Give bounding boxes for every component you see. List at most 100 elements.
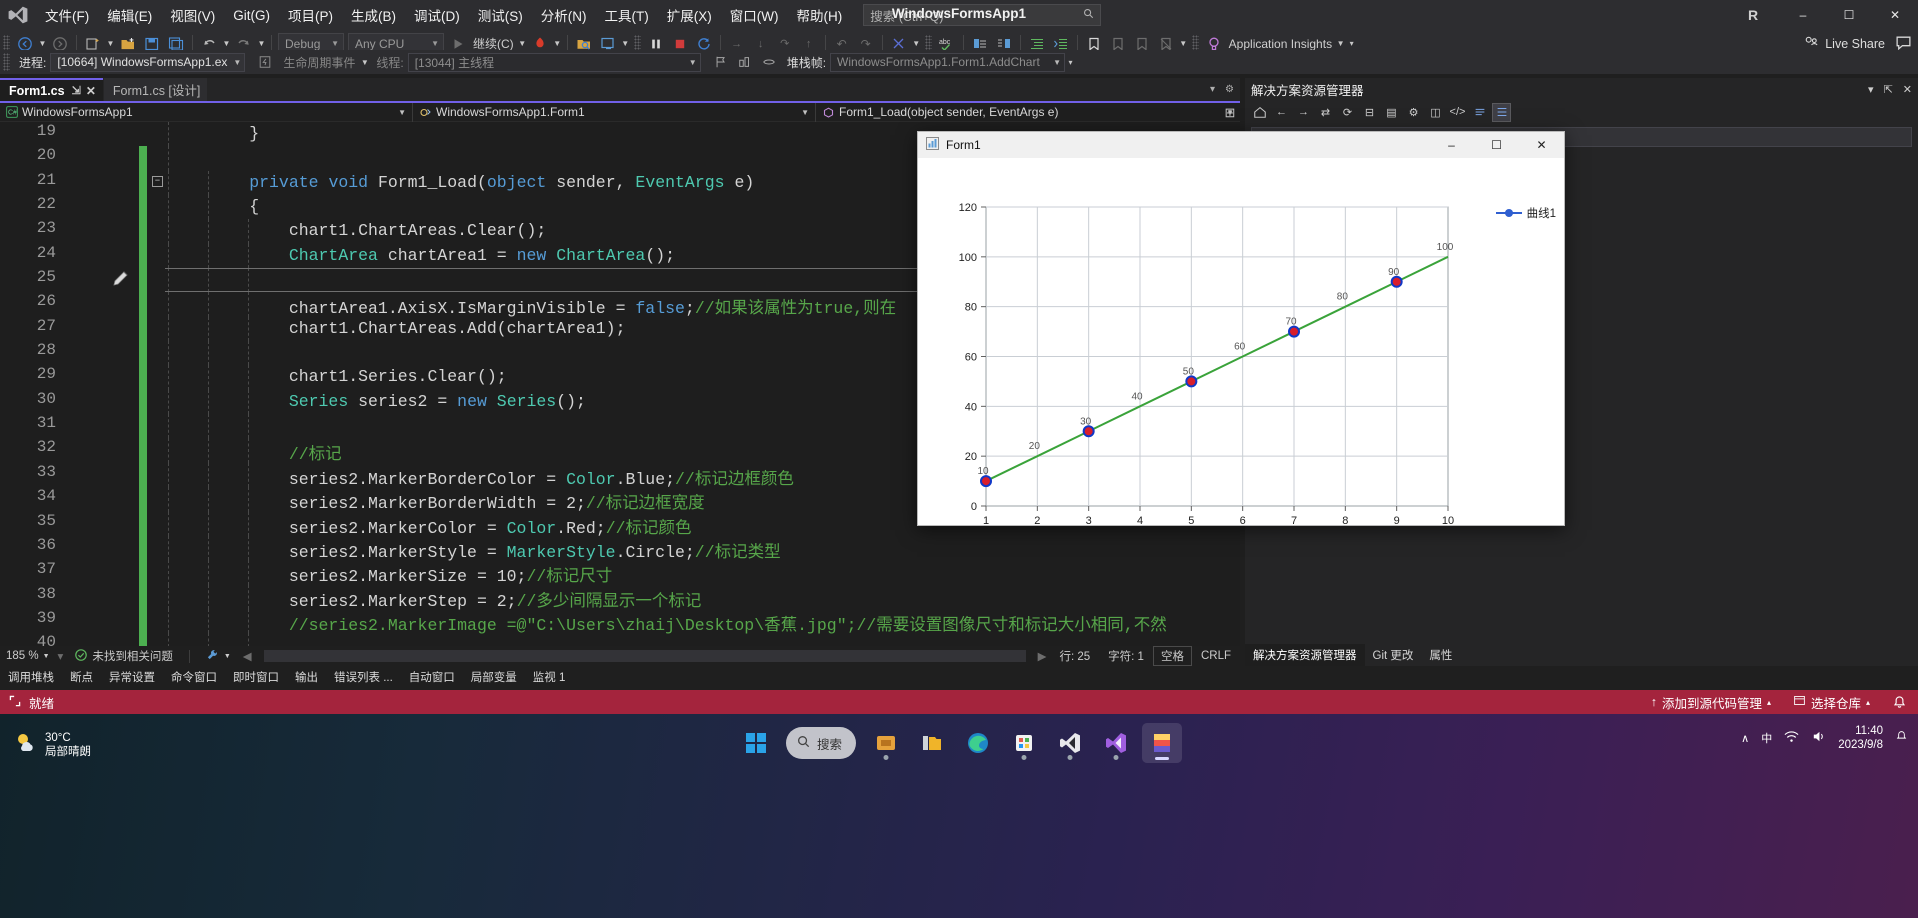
ime-indicator-icon[interactable]: 中 (1761, 730, 1772, 746)
bottom-tab-output[interactable]: 输出 (287, 667, 326, 687)
continue-caret-icon[interactable]: ▼ (517, 39, 528, 48)
tab-form1-cs[interactable]: Form1.cs ⇲ ✕ (0, 78, 103, 101)
account-avatar[interactable]: R (1740, 2, 1766, 28)
global-search-input[interactable]: 搜索 (Ctrl+Q) (863, 4, 1102, 26)
bottom-tab-watch1[interactable]: 监视 1 (525, 667, 574, 687)
undo-caret-icon[interactable]: ▼ (221, 39, 232, 48)
file-explorer-icon[interactable] (912, 723, 952, 763)
taskbar-clock[interactable]: 11:40 2023/9/8 (1838, 724, 1883, 752)
forward-arrow-icon[interactable]: → (1294, 103, 1313, 122)
taskbar-weather-widget[interactable]: 30°C 局部晴朗 (14, 730, 91, 759)
close-button[interactable]: ✕ (1872, 0, 1918, 30)
edge-browser-icon[interactable] (958, 723, 998, 763)
properties-icon[interactable]: ⚙ (1404, 103, 1423, 122)
navbar-type-dropdown[interactable]: WindowsFormsApp1.Form1 ▼ (413, 103, 815, 122)
menu-item-test[interactable]: 测试(S) (469, 0, 532, 30)
form1-window[interactable]: Form1 – ☐ ✕ 曲线1 0 20 40 60 80 100 120 1 2 3 4 5 6 7 8 9… (917, 131, 1565, 527)
bottom-tab-locals[interactable]: 局部变量 (463, 667, 525, 687)
menu-item-tools[interactable]: 工具(T) (596, 0, 658, 30)
zoom-caret-icon[interactable]: ▾ (54, 649, 68, 663)
code-line[interactable]: 37 series2.MarkerSize = 10;//标记尺寸 (0, 560, 1240, 586)
solution-view-toggle-icon[interactable] (1492, 102, 1511, 122)
collapse-all-icon[interactable]: ⊟ (1360, 103, 1379, 122)
code-view-icon[interactable]: </> (1448, 103, 1467, 122)
bottom-tab-autos[interactable]: 自动窗口 (401, 667, 463, 687)
parallel-watch-icon[interactable] (757, 51, 781, 73)
form1-title-bar[interactable]: Form1 – ☐ ✕ (918, 132, 1564, 158)
next-issue-icon[interactable]: ▶ (1034, 649, 1051, 663)
add-to-source-control-button[interactable]: ↑ 添加到源代码管理 ▴ (1640, 693, 1782, 712)
footer-tab-solution-explorer[interactable]: 解决方案资源管理器 (1245, 644, 1365, 666)
panel-pin-icon[interactable]: ⇱ (1884, 83, 1893, 96)
thread-combo[interactable]: [13044] 主线程 ▼ (407, 52, 701, 72)
code-line[interactable]: 39 //series2.MarkerImage =@"C:\Users\zha… (0, 608, 1240, 635)
footer-tab-properties[interactable]: 属性 (1421, 644, 1460, 666)
network-icon[interactable] (1784, 729, 1799, 747)
footer-tab-git-changes[interactable]: Git 更改 (1365, 644, 1422, 666)
close-icon[interactable]: ✕ (86, 84, 96, 98)
hot-reload-caret-icon[interactable]: ▼ (552, 39, 563, 48)
menu-item-analyze[interactable]: 分析(N) (532, 0, 596, 30)
stackframe-combo[interactable]: WindowsFormsApp1.Form1.AddChart ▼ (830, 52, 1066, 72)
menu-item-view[interactable]: 视图(V) (161, 0, 224, 30)
home-icon[interactable] (1250, 103, 1269, 122)
menu-item-edit[interactable]: 编辑(E) (98, 0, 161, 30)
menu-item-build[interactable]: 生成(B) (342, 0, 405, 30)
notification-center-icon[interactable] (1895, 730, 1908, 746)
code-line[interactable]: 40 (0, 633, 1240, 646)
bottom-tab-breakpoints[interactable]: 断点 (62, 667, 101, 687)
application-insights-caret-icon[interactable]: ▼ (1335, 39, 1346, 48)
bottom-tab-errorlist[interactable]: 错误列表 ... (326, 667, 401, 687)
menu-item-project[interactable]: 项目(P) (279, 0, 342, 30)
menu-item-window[interactable]: 窗口(W) (721, 0, 788, 30)
back-arrow-icon[interactable]: ← (1272, 103, 1291, 122)
show-all-files-icon[interactable]: ▤ (1382, 103, 1401, 122)
lifecycle-events-icon[interactable] (253, 51, 277, 73)
navbar-split-view-icon[interactable]: ⊞ (1220, 103, 1240, 122)
panel-dropdown-icon[interactable]: ▾ (1868, 83, 1874, 96)
preview-icon[interactable]: ◫ (1426, 103, 1445, 122)
lifecycle-caret-icon[interactable]: ▼ (359, 58, 370, 67)
tab-settings-icon[interactable]: ⚙ (1225, 84, 1234, 95)
refresh-icon[interactable]: ⟳ (1338, 103, 1357, 122)
vscode-icon[interactable] (1050, 723, 1090, 763)
tab-form1-cs-design[interactable]: Form1.cs [设计] (103, 78, 208, 101)
maximize-button[interactable]: ☐ (1826, 0, 1872, 30)
bottom-tab-immediate[interactable]: 即时窗口 (225, 667, 287, 687)
select-repository-button[interactable]: 选择仓库 ▴ (1782, 693, 1881, 712)
panel-close-icon[interactable]: ✕ (1903, 83, 1912, 96)
form1-minimize-button[interactable]: – (1429, 132, 1474, 158)
select-element-caret-icon[interactable]: ▼ (620, 39, 631, 48)
debugbar-overflow-icon[interactable]: ▾ (1065, 58, 1076, 67)
tab-list-chevron-icon[interactable]: ▾ (1210, 84, 1215, 95)
intellicode-caret-icon[interactable]: ▼ (911, 39, 922, 48)
bottom-tab-command[interactable]: 命令窗口 (163, 667, 225, 687)
line-ending-mode[interactable]: CRLF (1192, 650, 1240, 662)
menu-item-debug[interactable]: 调试(D) (405, 0, 469, 30)
active-app-icon[interactable] (1142, 723, 1183, 763)
bottom-tab-exceptions[interactable]: 异常设置 (101, 667, 163, 687)
bottom-tab-callstack[interactable]: 调用堆栈 (0, 667, 62, 687)
visual-studio-taskbar-icon[interactable] (1096, 723, 1136, 763)
application-insights-label[interactable]: Application Insights (1226, 37, 1335, 51)
issue-track[interactable] (263, 650, 1026, 662)
prev-issue-icon[interactable]: ◀ (239, 649, 256, 663)
sync-icon[interactable]: ⇄ (1316, 103, 1335, 122)
pin-icon[interactable]: ⇲ (72, 84, 81, 97)
pending-changes-icon[interactable] (1470, 103, 1489, 122)
form1-close-button[interactable]: ✕ (1519, 132, 1564, 158)
volume-icon[interactable] (1811, 729, 1826, 747)
toolbar-overflow-icon[interactable]: ▾ (1346, 39, 1357, 48)
debugbar-grip[interactable] (3, 53, 10, 71)
threads-icon[interactable] (733, 51, 757, 73)
menu-item-git[interactable]: Git(G) (224, 3, 279, 28)
editor-zoom-combo[interactable]: 185 % ▼ (0, 648, 54, 664)
navbar-member-dropdown[interactable]: Form1_Load(object sender, EventArgs e) ▼ (816, 103, 1240, 122)
taskview-icon[interactable] (866, 723, 906, 763)
collapse-toggle[interactable]: − (152, 175, 163, 187)
form1-maximize-button[interactable]: ☐ (1474, 132, 1519, 158)
code-line[interactable]: 38 series2.MarkerStep = 2;//多少间隔显示一个标记 (0, 584, 1240, 611)
issues-indicator[interactable]: 未找到相关问题 (67, 648, 181, 664)
menu-item-file[interactable]: 文件(F) (36, 0, 98, 30)
flag-icon[interactable] (709, 51, 733, 73)
